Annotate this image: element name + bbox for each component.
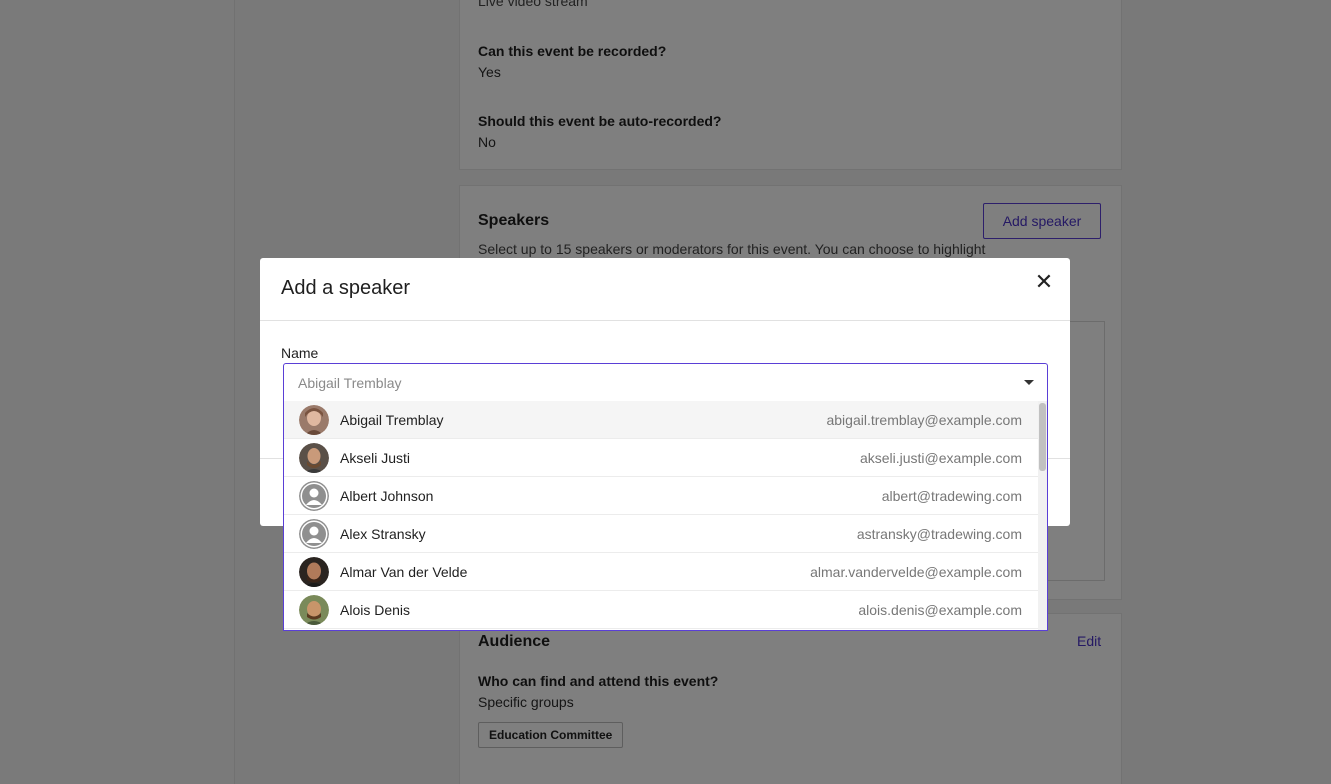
option-email: abigail.tremblay@example.com [826, 412, 1022, 428]
option-name: Almar Van der Velde [340, 564, 468, 580]
dropdown-scrollbar[interactable] [1038, 401, 1047, 630]
avatar [299, 405, 329, 435]
speaker-name-select[interactable]: Abigail Tremblay [283, 363, 1048, 402]
modal-header: Add a speaker ✕ [260, 258, 1070, 321]
avatar [299, 557, 329, 587]
default-user-icon [299, 481, 329, 511]
option-name: Akseli Justi [340, 450, 411, 466]
option-almar-van-der-velde[interactable]: Almar Van der Velde almar.vandervelde@ex… [284, 553, 1040, 591]
option-email: alois.denis@example.com [858, 602, 1022, 618]
option-name: Alois Denis [340, 602, 411, 618]
option-abigail-tremblay[interactable]: Abigail Tremblay abigail.tremblay@exampl… [284, 401, 1040, 439]
option-name: Abigail Tremblay [340, 412, 444, 428]
option-email: almar.vandervelde@example.com [810, 564, 1022, 580]
avatar [299, 443, 329, 473]
scrollbar-thumb[interactable] [1039, 403, 1046, 471]
default-user-icon [299, 519, 329, 549]
option-email: astransky@tradewing.com [856, 526, 1022, 542]
option-alex-stransky[interactable]: Alex Stransky astransky@tradewing.com [284, 515, 1040, 553]
close-icon[interactable]: ✕ [1032, 270, 1056, 294]
option-name: Alex Stransky [340, 526, 426, 542]
select-placeholder: Abigail Tremblay [298, 375, 402, 391]
option-name: Albert Johnson [340, 488, 434, 504]
option-akseli-justi[interactable]: Akseli Justi akseli.justi@example.com [284, 439, 1040, 477]
modal-title: Add a speaker [281, 277, 410, 299]
option-alois-denis[interactable]: Alois Denis alois.denis@example.com [284, 591, 1040, 629]
option-email: albert@tradewing.com [881, 488, 1022, 504]
chevron-down-icon[interactable] [1024, 380, 1034, 385]
name-field-label: Name [281, 345, 319, 361]
speaker-dropdown-list: Abigail Tremblay abigail.tremblay@exampl… [283, 401, 1048, 631]
option-albert-johnson[interactable]: Albert Johnson albert@tradewing.com [284, 477, 1040, 515]
avatar [299, 595, 329, 625]
option-email: akseli.justi@example.com [859, 450, 1022, 466]
